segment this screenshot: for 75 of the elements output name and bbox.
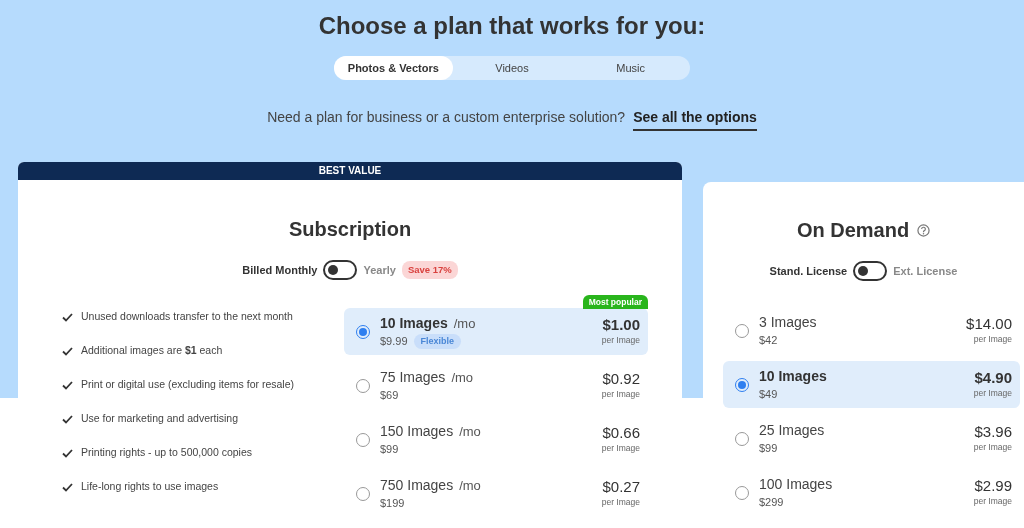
option-name: 75 Images [380, 368, 446, 385]
option-price: $69 [380, 388, 399, 404]
plan-title: Subscription [287, 217, 413, 241]
unit-price: $2.99 [973, 477, 1012, 496]
billing-label: Stand. License [769, 263, 848, 279]
option-price: $199 [380, 496, 405, 512]
billing-label: Yearly [363, 262, 396, 278]
period-label: /mo [451, 369, 474, 385]
help-icon[interactable] [917, 223, 931, 237]
plan-option[interactable]: 25 Images $99 $3.96 per Image [723, 415, 1020, 462]
feature-text: Use for marketing and advertising [81, 411, 238, 427]
check-icon [62, 346, 73, 356]
unit-price: $1.00 [601, 316, 640, 335]
unit-price: $14.00 [966, 315, 1012, 334]
plan-option[interactable]: 150 Images /mo $99 $0.66 per Image [344, 416, 648, 463]
unit-label: per Image [973, 495, 1012, 508]
tab[interactable]: Videos [452, 56, 572, 80]
unit-price: $0.66 [601, 424, 640, 443]
unit-label: per Image [973, 387, 1012, 400]
option-name: 25 Images [759, 421, 825, 438]
billing-label: Ext. License [893, 263, 958, 279]
unit-price: $0.92 [601, 370, 640, 389]
unit-label: per Image [973, 441, 1012, 454]
period-label: /mo [459, 477, 481, 493]
period-label: /mo [453, 315, 476, 331]
plan-option[interactable]: 100 Images $299 $2.99 per Image [723, 469, 1020, 516]
option-price: $99 [380, 442, 399, 458]
plan-option[interactable]: 10 Images /mo $9.99 Flexible $1.00 per Image [344, 308, 648, 355]
check-icon [62, 312, 73, 322]
option-name: 10 Images [380, 314, 448, 331]
plan-option[interactable]: 3 Images $42 $14.00 per Image [723, 307, 1020, 354]
page-heading: Choose a plan that works for you: [317, 11, 707, 40]
plan-option[interactable]: 10 Images $49 $4.90 per Image [723, 361, 1020, 408]
tab[interactable]: Music [571, 56, 690, 80]
unit-label: per Image [601, 442, 640, 455]
feature-text: Life-long rights to use images [81, 479, 219, 495]
unit-price: $0.27 [601, 478, 640, 497]
unit-label: per Image [601, 334, 640, 347]
plan-option[interactable]: 750 Images /mo $199 $0.27 per Image [344, 470, 648, 517]
option-name: 750 Images [380, 476, 454, 493]
toggle-switch[interactable] [323, 260, 358, 280]
check-icon [62, 414, 73, 424]
discount-badge: Save 17% [401, 260, 458, 280]
feature-text: Additional images are $1 each [81, 343, 223, 359]
best-value-banner: BEST VALUE [18, 162, 682, 180]
option-price: $99 [759, 441, 778, 457]
flexible-badge: Flexible [413, 333, 462, 349]
option-price: $42 [759, 333, 778, 349]
prompt-text: Need a plan for business or a custom enterprise solution? [267, 108, 626, 127]
check-icon [62, 380, 73, 390]
options-link[interactable]: See all the options [633, 107, 757, 131]
option-price: $49 [759, 387, 778, 403]
feature-text: Unused downloads transfer to the next month [81, 309, 293, 325]
option-price: $299 [759, 495, 784, 511]
option-name: 3 Images [759, 313, 817, 330]
period-label: /mo [459, 423, 481, 439]
check-icon [62, 448, 73, 458]
feature-text: Print or digital use (excluding items for resale) [81, 377, 294, 393]
tab[interactable]: Photos & Vectors [334, 56, 453, 80]
unit-price: $3.96 [973, 423, 1012, 442]
option-name: 10 Images [759, 367, 827, 384]
unit-price: $4.90 [973, 369, 1012, 388]
feature-text: Printing rights - up to 500,000 copies [81, 445, 253, 461]
option-name: 100 Images [759, 475, 833, 492]
plan-title: On Demand [796, 218, 910, 242]
toggle-switch[interactable] [853, 261, 888, 281]
option-name: 150 Images [380, 422, 454, 439]
option-price: $9.99 [380, 334, 408, 350]
unit-label: per Image [601, 496, 640, 509]
popular-ribbon: Most popular [582, 295, 648, 309]
unit-label: per Image [601, 388, 640, 401]
billing-label: Billed Monthly [242, 262, 318, 278]
plan-option[interactable]: 75 Images /mo $69 $0.92 per Image [344, 362, 648, 409]
unit-label: per Image [972, 333, 1012, 346]
check-icon [62, 482, 73, 492]
